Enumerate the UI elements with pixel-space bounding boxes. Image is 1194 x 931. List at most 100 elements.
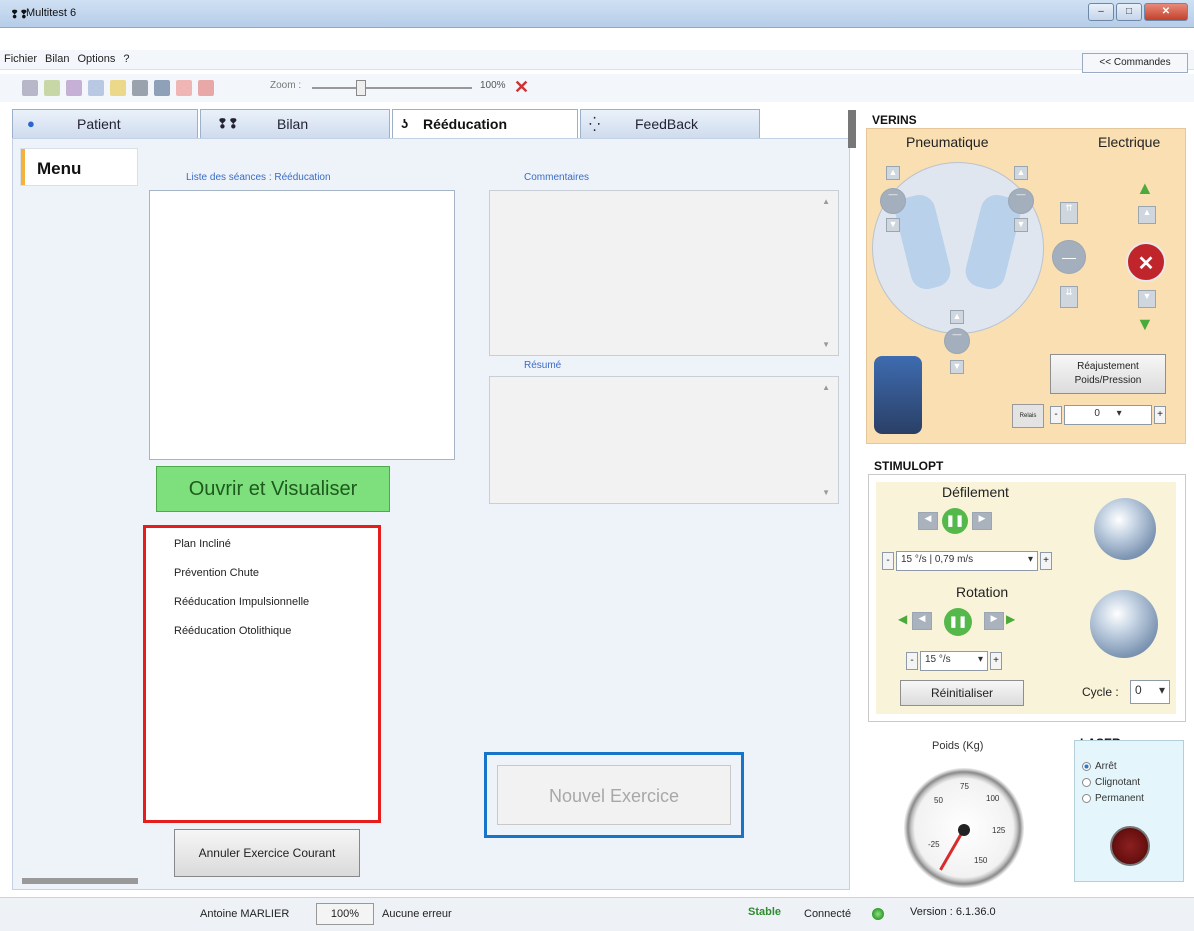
rotation-pause-button[interactable]: ❚❚	[944, 608, 972, 636]
sidebar-menu-title[interactable]: Menu	[20, 148, 138, 186]
exercise-item[interactable]: Rééducation Impulsionnelle	[174, 596, 378, 625]
trash-icon[interactable]	[132, 80, 148, 96]
minimize-button[interactable]: –	[1088, 3, 1114, 21]
electric-down-button[interactable]: ▼	[1138, 290, 1156, 308]
radio-label: Permanent	[1095, 792, 1144, 804]
defilement-plus-button[interactable]: +	[1040, 552, 1052, 570]
zoom-reset-icon[interactable]: ✕	[514, 77, 529, 98]
verin-right-down-button[interactable]: ▼	[1014, 218, 1028, 232]
defilement-pause-button[interactable]: ❚❚	[942, 508, 968, 534]
tab-reeducation[interactable]: ʖ Rééducation	[392, 109, 578, 139]
verins-value-select[interactable]: 0 ▾	[1064, 405, 1152, 425]
resume-field[interactable]: ▲ ▼	[489, 376, 839, 504]
cycle-value: 0	[1135, 683, 1142, 697]
verin-left-stop-button[interactable]: —	[880, 188, 906, 214]
verin-right-up-button[interactable]: ▲	[1014, 166, 1028, 180]
rotation-left-arrow-icon[interactable]: ◀	[898, 612, 907, 626]
nouvel-exercice-button[interactable]: Nouvel Exercice	[497, 765, 731, 825]
export-icon[interactable]	[66, 80, 82, 96]
check-icon[interactable]	[44, 80, 60, 96]
reajustement-button[interactable]: Réajustement Poids/Pression	[1050, 354, 1166, 394]
exercise-item[interactable]: Rééducation Otolithique	[174, 625, 378, 654]
defilement-minus-button[interactable]: -	[882, 552, 894, 570]
tab-bilan[interactable]: ❢❢ Bilan	[200, 109, 390, 139]
maximize-button[interactable]: □	[1116, 3, 1142, 21]
tab-feedback[interactable]: ⁛ FeedBack	[580, 109, 760, 139]
gauge-tick: -25	[928, 840, 940, 849]
chevron-down-icon: ▾	[977, 654, 983, 665]
close-window-button[interactable]: ✕	[1144, 3, 1188, 21]
commentaires-field[interactable]: ▲ ▼	[489, 190, 839, 356]
verin-right-stop-button[interactable]: —	[1008, 188, 1034, 214]
right-scrollbar[interactable]	[848, 110, 856, 148]
electric-down-arrow-icon[interactable]: ▼	[1136, 314, 1154, 335]
cycle-select[interactable]: 0 ▾	[1130, 680, 1170, 704]
menu-bilan[interactable]: Bilan	[41, 50, 73, 68]
verins-plus-button[interactable]: +	[1154, 406, 1166, 424]
zoom-slider-thumb[interactable]	[356, 80, 366, 96]
pneumatique-label: Pneumatique	[906, 134, 989, 150]
commentaires-label: Commentaires	[524, 172, 590, 183]
commandes-button[interactable]: << Commandes	[1082, 53, 1188, 73]
verin-left-down-button[interactable]: ▼	[886, 218, 900, 232]
laser-option-arret[interactable]: Arrêt	[1082, 758, 1144, 774]
import-icon[interactable]	[88, 80, 104, 96]
pneu-stop-button[interactable]: —	[1052, 240, 1086, 274]
rotation-right-button[interactable]: ▶	[984, 612, 1004, 630]
rotation-speed-select[interactable]: 15 °/s ▾	[920, 651, 988, 671]
tab-patient[interactable]: ● Patient	[12, 109, 198, 139]
scroll-up-icon[interactable]: ▲	[822, 383, 830, 392]
laser-option-clignotant[interactable]: Clignotant	[1082, 774, 1144, 790]
rotation-minus-button[interactable]: -	[906, 652, 918, 670]
laser-power-button[interactable]	[1110, 826, 1150, 866]
folder-icon[interactable]	[110, 80, 126, 96]
defilement-right-button[interactable]: ▶	[972, 512, 992, 530]
scroll-down-icon[interactable]: ▼	[822, 488, 830, 497]
annuler-exercice-button[interactable]: Annuler Exercice Courant	[174, 829, 360, 877]
verin-back-down-button[interactable]: ▼	[950, 360, 964, 374]
menu-options[interactable]: Options	[73, 50, 119, 68]
grid-icon[interactable]	[154, 80, 170, 96]
scroll-up-icon[interactable]: ▲	[822, 197, 830, 206]
menu-fichier[interactable]: Fichier	[0, 50, 41, 68]
dots-icon: ⁛	[589, 116, 601, 132]
rotation-left-button[interactable]: ◀	[912, 612, 932, 630]
sidebar-scrollbar[interactable]	[22, 878, 138, 884]
tab-bar: ● Patient ❢❢ Bilan ʖ Rééducation ⁛ FeedB…	[12, 109, 850, 139]
rotation-label: Rotation	[956, 584, 1009, 600]
reinitialiser-button[interactable]: Réinitialiser	[900, 680, 1024, 706]
electrique-label: Electrique	[1098, 134, 1161, 150]
verin-left-up-button[interactable]: ▲	[886, 166, 900, 180]
radio-label: Arrêt	[1095, 760, 1117, 772]
verin-back-up-button[interactable]: ▲	[950, 310, 964, 324]
seances-list[interactable]	[149, 190, 455, 460]
person-icon: ●	[27, 116, 35, 131]
zoom-slider[interactable]	[312, 87, 472, 89]
electric-up-arrow-icon[interactable]: ▲	[1136, 178, 1154, 199]
delete-icon[interactable]	[176, 80, 192, 96]
pneu-fast-down-button[interactable]: ⇊	[1060, 286, 1078, 308]
tool-icon[interactable]	[22, 80, 38, 96]
electric-stop-button[interactable]: ✕	[1126, 242, 1166, 282]
menu-help[interactable]: ?	[119, 50, 133, 68]
radio-icon	[1082, 793, 1091, 803]
pneu-fast-up-button[interactable]: ⇈	[1060, 202, 1078, 224]
electric-up-button[interactable]: ▲	[1138, 206, 1156, 224]
rotation-right-arrow-icon[interactable]: ▶	[1006, 612, 1015, 626]
laser-option-permanent[interactable]: Permanent	[1082, 790, 1144, 806]
verin-back-stop-button[interactable]: —	[944, 328, 970, 354]
verins-minus-button[interactable]: -	[1050, 406, 1062, 424]
defilement-speed-select[interactable]: 15 °/s | 0,79 m/s ▾	[896, 551, 1038, 571]
chevron-down-icon: ▾	[1116, 408, 1122, 419]
defilement-label: Défilement	[942, 484, 1009, 500]
status-version: Version : 6.1.36.0	[910, 906, 996, 918]
rotation-plus-button[interactable]: +	[990, 652, 1002, 670]
defilement-left-button[interactable]: ◀	[918, 512, 938, 530]
ouvrir-visualiser-button[interactable]: Ouvrir et Visualiser	[156, 466, 390, 512]
exercise-item[interactable]: Plan Incliné	[174, 538, 378, 567]
exercise-item[interactable]: Prévention Chute	[174, 567, 378, 596]
delete-all-icon[interactable]	[198, 80, 214, 96]
relais-button[interactable]: Relais	[1012, 404, 1044, 428]
mirror-ball-icon	[1094, 498, 1156, 560]
scroll-down-icon[interactable]: ▼	[822, 340, 830, 349]
